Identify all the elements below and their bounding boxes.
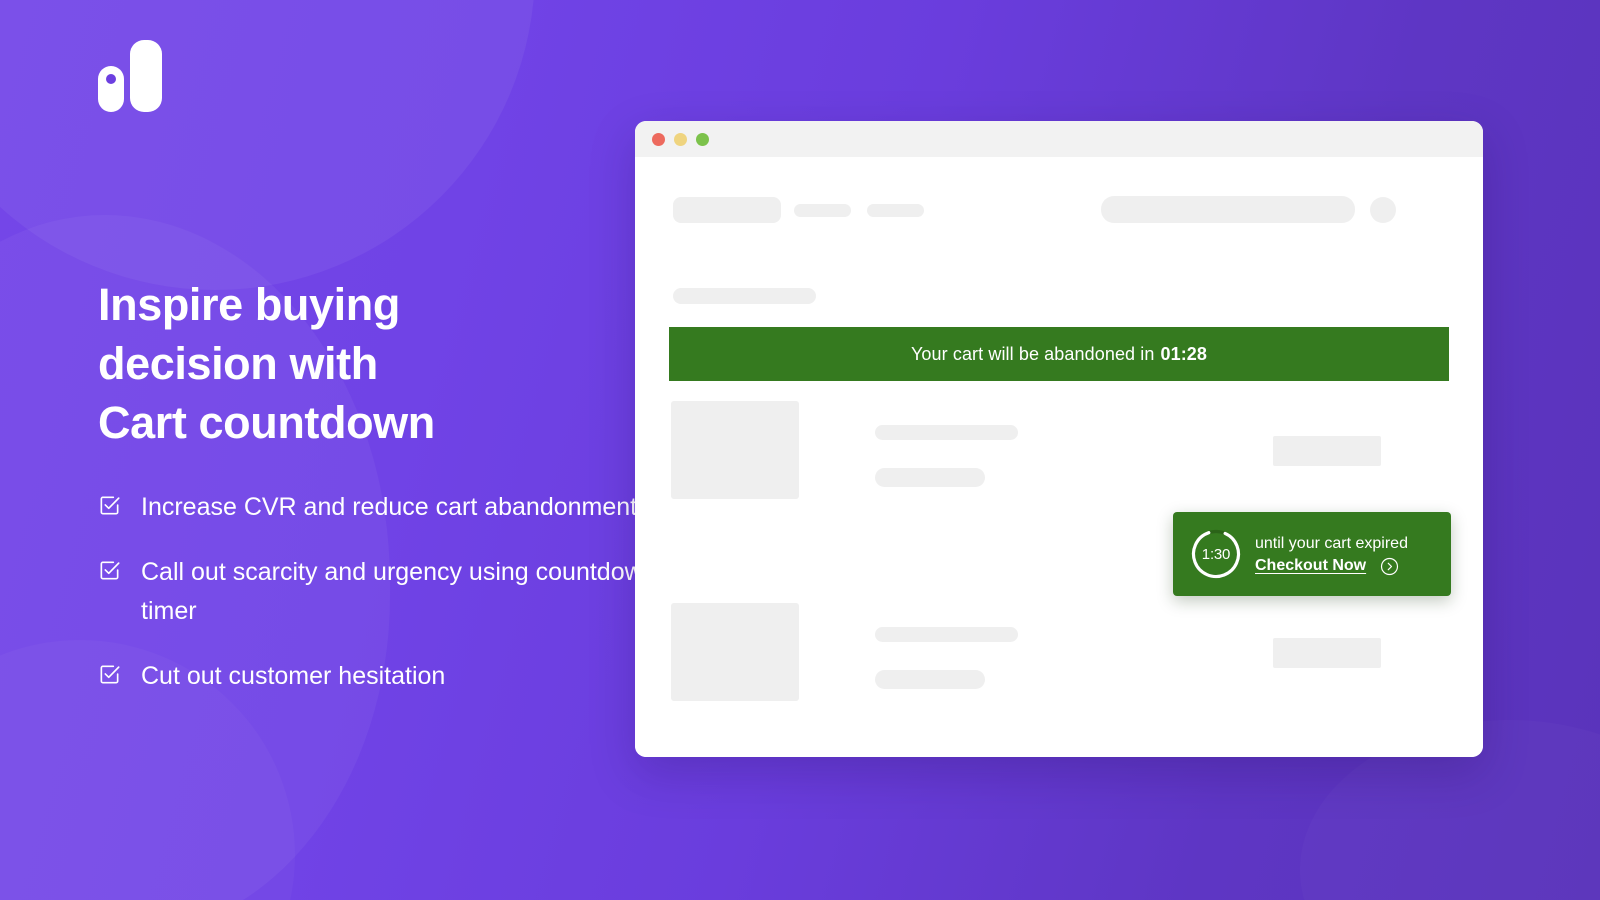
countdown-timer-value: 1:30 — [1201, 545, 1231, 563]
product-title-placeholder — [875, 425, 1018, 440]
banner-timer: 01:28 — [1160, 343, 1208, 364]
browser-content: Your cart will be abandoned in 01:28 1:3… — [635, 157, 1483, 757]
product-image-placeholder — [671, 603, 799, 701]
list-item: Cut out customer hesitation — [98, 657, 668, 696]
checkout-now-button[interactable]: Checkout Now — [1255, 557, 1366, 575]
headline-line-3: Cart countdown — [98, 397, 435, 448]
minimize-button[interactable] — [674, 132, 687, 146]
browser-window-mockup: Your cart will be abandoned in 01:28 1:3… — [635, 121, 1483, 757]
product-title-placeholder — [875, 627, 1018, 642]
logo-dot — [106, 74, 116, 84]
nav-brand-placeholder — [673, 197, 781, 223]
logo-small-bar — [98, 66, 124, 112]
maximize-button[interactable] — [696, 132, 709, 146]
cart-countdown-widget[interactable]: 1:30 until your cart expired Checkout No… — [1173, 512, 1451, 596]
page-title: Inspire buying decision with Cart countd… — [98, 275, 638, 452]
widget-caption: until your cart expired — [1255, 534, 1408, 552]
decorative-blob-top-left — [0, 0, 535, 290]
browser-title-bar — [635, 121, 1483, 157]
list-item: Call out scarcity and urgency using coun… — [98, 553, 668, 631]
check-square-icon — [98, 663, 121, 686]
feature-label: Cut out customer hesitation — [141, 662, 446, 690]
check-square-icon — [98, 559, 121, 582]
countdown-progress-ring: 1:30 — [1189, 527, 1243, 581]
feature-list: Increase CVR and reduce cart abandonment… — [98, 488, 668, 696]
logo-large-bar — [130, 40, 162, 112]
product-price-placeholder — [1273, 638, 1381, 668]
product-meta-placeholder — [875, 468, 985, 487]
nav-link-2-placeholder — [867, 204, 924, 217]
product-meta-placeholder — [875, 670, 985, 689]
headline-line-2: decision with — [98, 338, 378, 389]
feature-label: Increase CVR and reduce cart abandonment — [141, 493, 638, 521]
promo-banner-canvas: Inspire buying decision with Cart countd… — [0, 0, 1600, 900]
feature-label: Call out scarcity and urgency using coun… — [141, 558, 657, 625]
widget-text-block: until your cart expired Checkout Now — [1255, 533, 1451, 576]
product-price-placeholder — [1273, 436, 1381, 466]
headline-line-1: Inspire buying — [98, 279, 400, 330]
banner-message: Your cart will be abandoned in — [910, 343, 1155, 364]
product-image-placeholder — [671, 401, 799, 499]
avatar — [1370, 197, 1396, 223]
close-button[interactable] — [652, 132, 665, 146]
widget-cta-row[interactable]: Checkout Now — [1255, 557, 1439, 576]
chevron-right-circle-icon[interactable] — [1380, 557, 1399, 576]
list-item: Increase CVR and reduce cart abandonment — [98, 488, 668, 527]
cart-abandon-banner: Your cart will be abandoned in 01:28 — [669, 327, 1449, 381]
search-bar-placeholder — [1101, 196, 1355, 223]
page-title-placeholder — [673, 288, 816, 304]
check-square-icon — [98, 494, 121, 517]
nav-link-1-placeholder — [794, 204, 851, 217]
brand-logo-bars-icon — [98, 40, 168, 112]
